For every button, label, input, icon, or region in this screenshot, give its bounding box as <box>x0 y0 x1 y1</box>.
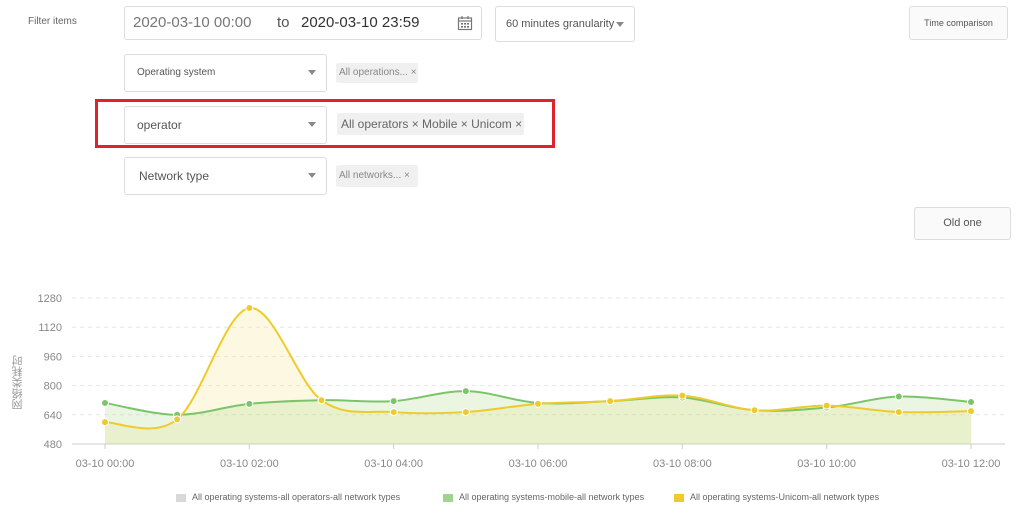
y-tick-label: 1280 <box>38 293 62 305</box>
highlight-box <box>95 99 555 148</box>
network-type-placeholder: Network type <box>139 169 210 183</box>
x-tick-label: 03-10 00:00 <box>76 458 135 470</box>
network-type-select[interactable]: Network type <box>124 157 327 195</box>
legend-item-mobile[interactable]: All operating systems-mobile-all network… <box>443 492 644 502</box>
data-point <box>534 399 542 408</box>
legend-label: All operating systems-Unicom-all network… <box>690 492 880 502</box>
operating-system-tag[interactable]: All operations... × <box>336 63 418 83</box>
granularity-value: 60 minutes granularity <box>506 18 615 30</box>
time-comparison-button[interactable]: Time comparison <box>909 6 1008 40</box>
data-point <box>101 398 109 407</box>
date-end[interactable]: 2020-03-10 23:59 <box>301 14 419 31</box>
legend-label: All operating systems-mobile-all network… <box>459 492 645 502</box>
data-point <box>317 396 326 405</box>
network-type-tag[interactable]: All networks... × <box>336 165 418 187</box>
y-tick-label: 960 <box>44 351 62 363</box>
legend-item-unicom[interactable]: All operating systems-Unicom-all network… <box>674 492 879 502</box>
data-point <box>389 408 398 417</box>
data-point <box>822 401 831 410</box>
operating-system-placeholder: Operating system <box>137 67 216 78</box>
legend-label: All operating systems-all operators-all … <box>192 492 401 502</box>
legend-swatch <box>443 493 453 502</box>
operating-system-select[interactable]: Operating system <box>124 54 327 92</box>
data-point <box>245 399 254 408</box>
x-tick-label: 03-10 06:00 <box>509 458 568 470</box>
data-point <box>894 392 903 401</box>
y-tick-label: 800 <box>44 381 62 393</box>
date-start[interactable]: 2020-03-10 00:00 <box>133 14 251 31</box>
data-point <box>606 397 615 406</box>
chevron-down-icon <box>616 22 624 27</box>
line-chart: 480 640 800 960 1120 1280 03-10 00:00 03-10 02:… <box>38 293 1005 470</box>
legend-swatch <box>674 493 684 502</box>
old-one-button[interactable]: Old one <box>914 207 1011 240</box>
data-point <box>894 408 903 417</box>
x-tick-label: 03-10 12:00 <box>942 458 1001 470</box>
data-point <box>967 407 975 416</box>
chevron-down-icon <box>308 173 316 178</box>
page: Filter items 2020-03-10 00:00 to 2020-03… <box>0 0 1024 529</box>
data-point <box>245 304 254 313</box>
date-range-picker[interactable]: 2020-03-10 00:00 to 2020-03-10 23:59 <box>124 6 482 40</box>
y-tick-label: 1120 <box>38 322 62 334</box>
x-tick-label: 03-10 04:00 <box>364 458 423 470</box>
legend-item-all[interactable]: All operating systems-all operators-all … <box>176 492 400 502</box>
y-tick-label: 640 <box>44 410 62 422</box>
data-point <box>678 391 687 400</box>
date-separator: to <box>277 14 290 31</box>
data-point <box>389 397 398 406</box>
x-tick-label: 03-10 02:00 <box>220 458 279 470</box>
data-point <box>173 415 182 424</box>
data-point <box>750 406 759 415</box>
data-point <box>101 418 109 427</box>
data-point <box>967 398 975 407</box>
granularity-select[interactable]: 60 minutes granularity <box>495 6 635 42</box>
data-point <box>461 387 470 396</box>
filter-items-label: Filter items <box>28 16 77 27</box>
legend-swatch <box>176 493 186 502</box>
chevron-down-icon <box>308 70 316 75</box>
x-tick-label: 03-10 08:00 <box>653 458 712 470</box>
data-point <box>461 408 470 417</box>
x-tick-label: 03-10 10:00 <box>797 458 856 470</box>
calendar-icon[interactable] <box>457 15 473 31</box>
y-tick-label: 480 <box>44 439 62 451</box>
